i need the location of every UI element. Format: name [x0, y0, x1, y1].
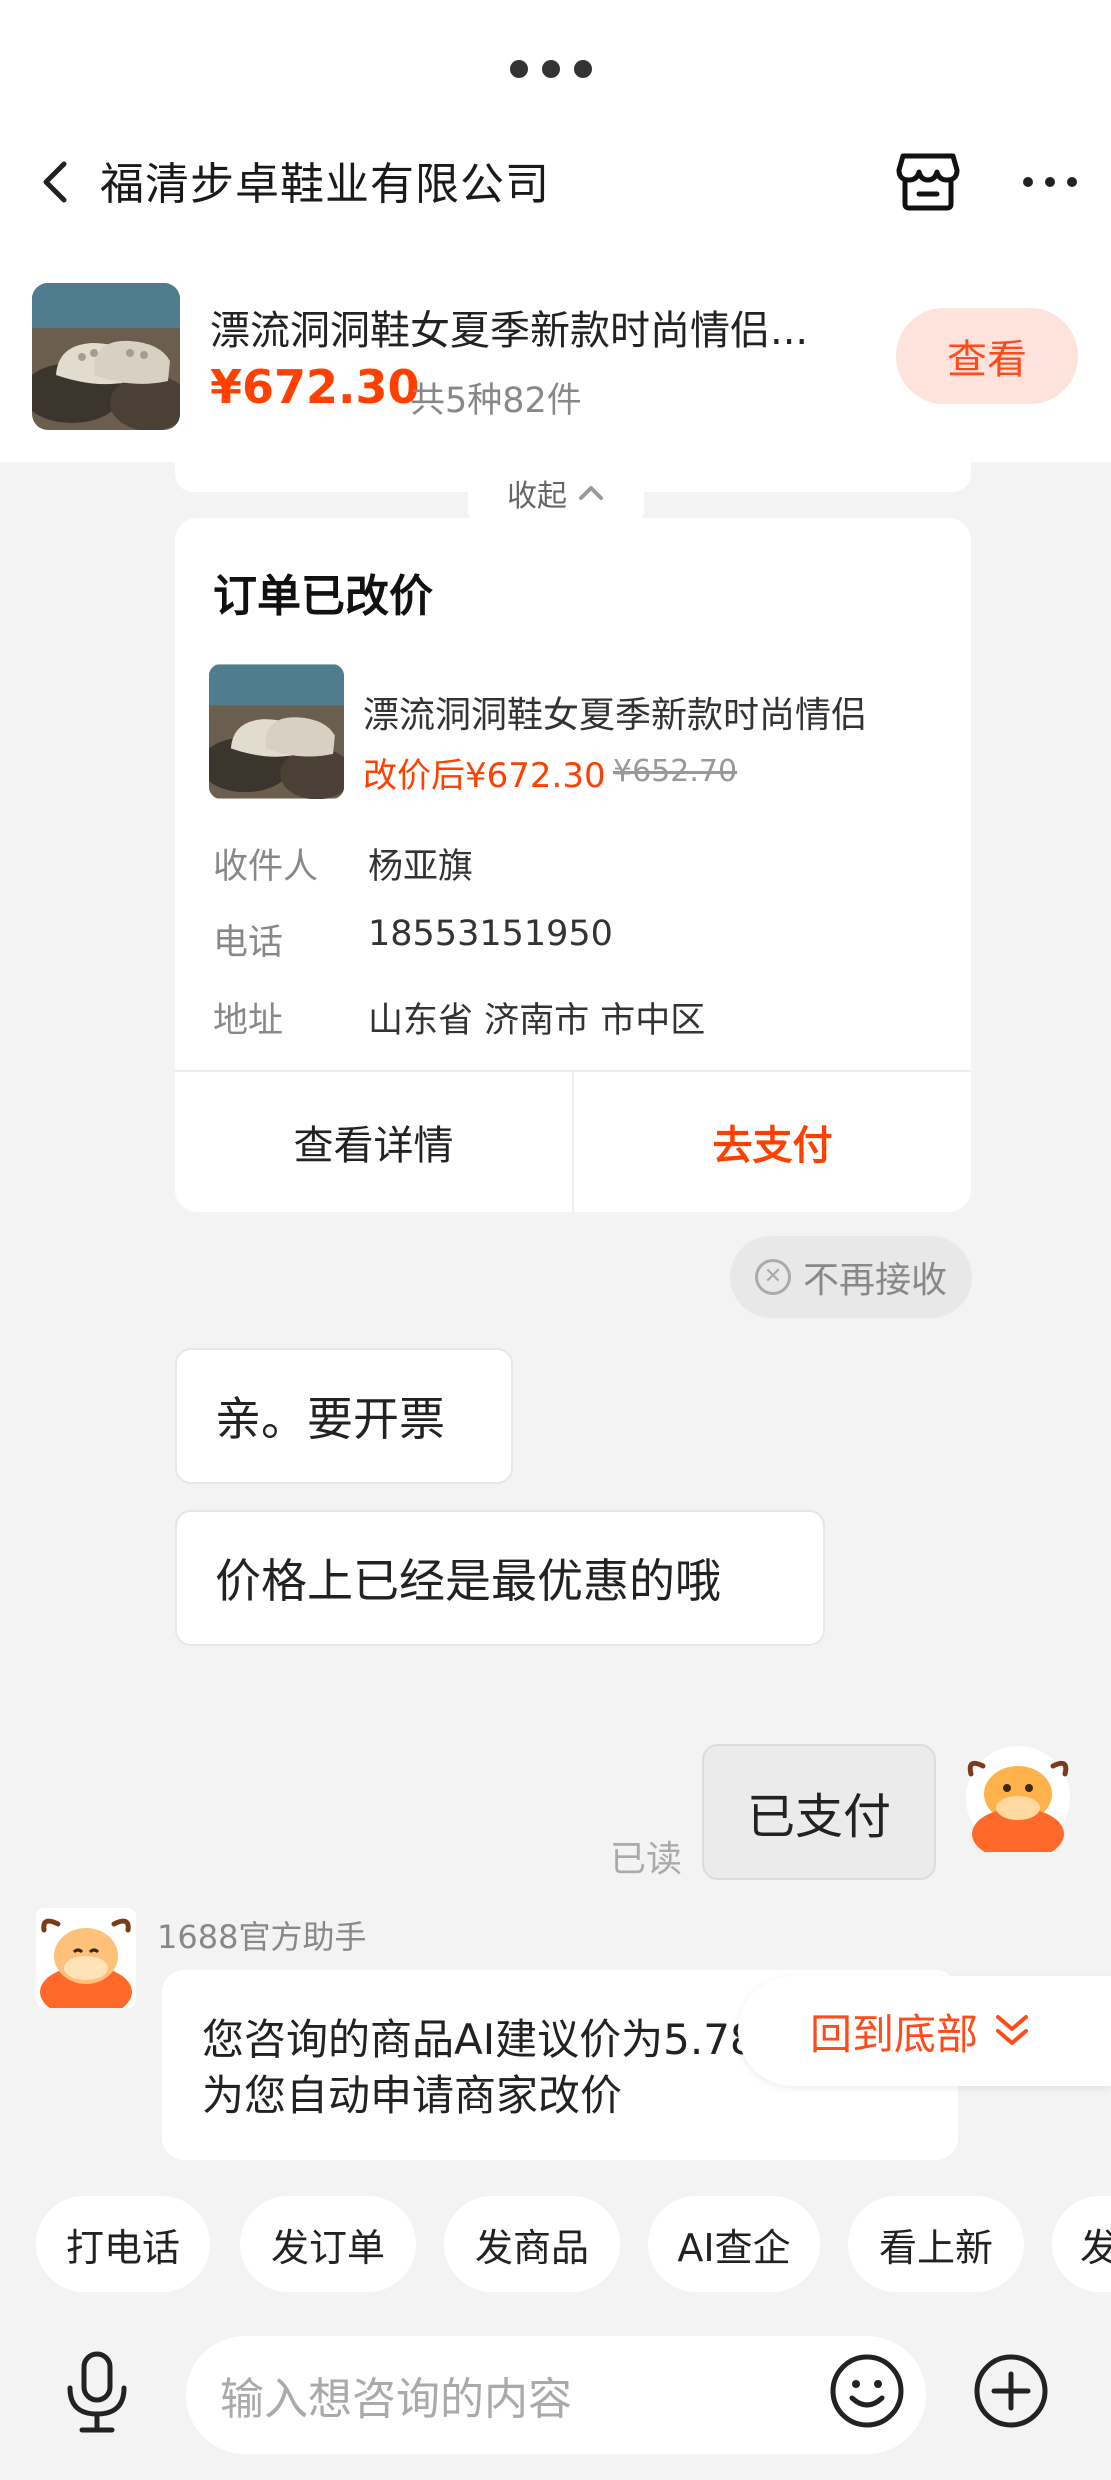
back-button[interactable] [36, 152, 76, 212]
order-card-heading: 订单已改价 [213, 571, 433, 622]
voice-button[interactable] [62, 2350, 132, 2436]
quick-action-send-product[interactable]: 发商品 [444, 2196, 620, 2292]
more-button[interactable] [1020, 170, 1080, 194]
store-button[interactable] [895, 150, 961, 212]
go-pay-button[interactable]: 去支付 [574, 1072, 971, 1212]
order-product-title: 漂流洞洞鞋女夏季新款时尚情侣 [363, 695, 868, 736]
collapse-button[interactable]: 收起 [468, 462, 644, 524]
read-status: 已读 [610, 1839, 683, 1880]
address-value: 山东省 济南市 市中区 [368, 1001, 706, 1041]
chevron-left-icon [43, 161, 67, 203]
product-count: 共5种82件 [410, 381, 582, 421]
product-title[interactable]: 漂流洞洞鞋女夏季新款时尚情侣... [210, 298, 900, 356]
no-receive-label: 不再接收 [802, 1260, 947, 1301]
product-thumbnail[interactable] [32, 283, 180, 430]
store-icon [896, 153, 960, 211]
plus-circle-icon [974, 2354, 1048, 2428]
quick-actions-bar: 打电话 发订单 发商品 AI查企 看上新 发 [0, 2188, 1111, 2300]
drag-handle-dots[interactable] [510, 60, 600, 80]
order-price-changed-card: 订单已改价 漂流洞洞鞋女夏季新款时尚情侣 改价后¥672.30 ¥652.70 … [175, 518, 971, 1212]
address-label: 地址 [213, 1001, 284, 1041]
quick-action-new-arrivals[interactable]: 看上新 [848, 2196, 1024, 2292]
order-product-thumbnail[interactable] [209, 664, 344, 799]
assistant-name: 1688官方助手 [157, 1918, 367, 1956]
message-bubble[interactable]: 亲。要开票 [175, 1348, 513, 1484]
emoji-icon [830, 2354, 904, 2428]
message-input[interactable]: 输入想咨询的内容 [186, 2336, 926, 2454]
page-title: 福清步卓鞋业有限公司 [100, 159, 550, 210]
view-details-button[interactable]: 查看详情 [175, 1072, 572, 1212]
phone-value: 18553151950 [368, 914, 613, 954]
my-message-bubble[interactable]: 已支付 [702, 1744, 936, 1880]
recipient-value: 杨亚旗 [368, 847, 474, 887]
more-horizontal-icon [1023, 177, 1077, 187]
microphone-icon [67, 2351, 127, 2433]
quick-action-send-order[interactable]: 发订单 [240, 2196, 416, 2292]
scroll-to-bottom-button[interactable]: 回到底部 [738, 1976, 1111, 2086]
message-bubble[interactable]: 价格上已经是最优惠的哦 [175, 1510, 825, 1646]
collapse-label: 收起 [507, 479, 567, 514]
avatar[interactable] [965, 1744, 1071, 1860]
mascot-avatar-icon [36, 1908, 136, 2018]
recipient-label: 收件人 [213, 847, 319, 887]
scroll-to-bottom-label: 回到底部 [810, 2009, 979, 2059]
quick-action-more[interactable]: 发 [1052, 2196, 1111, 2292]
order-old-price: ¥652.70 [613, 754, 738, 789]
emoji-button[interactable] [828, 2352, 906, 2430]
quick-action-ai-company-check[interactable]: AI查企 [648, 2196, 820, 2292]
product-price: ¥672.30 [210, 360, 420, 414]
close-circle-icon: ✕ [754, 1259, 791, 1295]
assistant-avatar[interactable] [36, 1908, 136, 2018]
chevron-double-down-icon [996, 2015, 1029, 2045]
more-options-button[interactable] [972, 2352, 1050, 2430]
order-new-price: 改价后¥672.30 [363, 756, 606, 796]
no-longer-receive-button[interactable]: ✕ 不再接收 [730, 1236, 972, 1318]
phone-label: 电话 [213, 923, 284, 963]
quick-action-call[interactable]: 打电话 [36, 2196, 210, 2292]
view-product-button[interactable]: 查看 [896, 308, 1078, 404]
chevron-up-icon [579, 486, 603, 500]
mascot-avatar-icon [966, 1746, 1070, 1860]
